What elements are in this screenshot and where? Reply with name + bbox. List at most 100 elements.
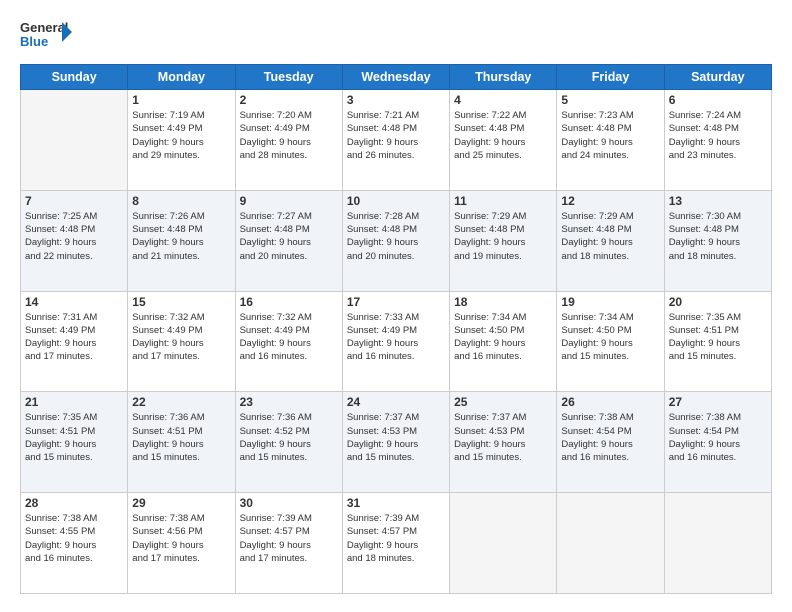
cell-content: Sunrise: 7:31 AMSunset: 4:49 PMDaylight:…: [25, 311, 123, 364]
page: GeneralBlue SundayMondayTuesdayWednesday…: [0, 0, 792, 612]
day-header-monday: Monday: [128, 65, 235, 90]
calendar-cell: 16Sunrise: 7:32 AMSunset: 4:49 PMDayligh…: [235, 291, 342, 392]
calendar-cell: 7 Sunrise: 7:25 AMSunset: 4:48 PMDaylight…: [21, 190, 128, 291]
calendar-cell: [664, 493, 771, 594]
calendar-cell: [450, 493, 557, 594]
cell-content: Sunrise: 7:39 AMSunset: 4:57 PMDaylight:…: [240, 512, 338, 565]
day-number: 30: [240, 496, 338, 510]
calendar-cell: 1 Sunrise: 7:19 AMSunset: 4:49 PMDaylight…: [128, 90, 235, 191]
calendar-cell: 2 Sunrise: 7:20 AMSunset: 4:49 PMDaylight…: [235, 90, 342, 191]
calendar-cell: 25 Sunrise: 7:37 AMSunset: 4:53 PMDayligh…: [450, 392, 557, 493]
cell-content: Sunrise: 7:20 AMSunset: 4:49 PMDaylight:…: [240, 109, 338, 162]
calendar-cell: 24Sunrise: 7:37 AMSunset: 4:53 PMDayligh…: [342, 392, 449, 493]
calendar-cell: 23 Sunrise: 7:36 AMSunset: 4:52 PMDayligh…: [235, 392, 342, 493]
calendar-week-row: 21 Sunrise: 7:35 AMSunset: 4:51 PMDayligh…: [21, 392, 772, 493]
cell-content: Sunrise: 7:26 AMSunset: 4:48 PMDaylight:…: [132, 210, 230, 263]
day-number: 25: [454, 395, 552, 409]
day-number: 27: [669, 395, 767, 409]
day-number: 5: [561, 93, 659, 107]
day-number: 18: [454, 295, 552, 309]
calendar: SundayMondayTuesdayWednesdayThursdayFrid…: [20, 64, 772, 594]
calendar-cell: 11 Sunrise: 7:29 AMSunset: 4:48 PMDayligh…: [450, 190, 557, 291]
calendar-cell: [21, 90, 128, 191]
day-number: 31: [347, 496, 445, 510]
calendar-cell: 27 Sunrise: 7:38 AMSunset: 4:54 PMDayligh…: [664, 392, 771, 493]
day-number: 29: [132, 496, 230, 510]
calendar-week-row: 1 Sunrise: 7:19 AMSunset: 4:49 PMDaylight…: [21, 90, 772, 191]
day-number: 10: [347, 194, 445, 208]
cell-content: Sunrise: 7:38 AMSunset: 4:56 PMDaylight:…: [132, 512, 230, 565]
calendar-header-row: SundayMondayTuesdayWednesdayThursdayFrid…: [21, 65, 772, 90]
logo: GeneralBlue: [20, 18, 72, 54]
cell-content: Sunrise: 7:35 AMSunset: 4:51 PMDaylight:…: [25, 411, 123, 464]
calendar-cell: 12 Sunrise: 7:29 AMSunset: 4:48 PMDayligh…: [557, 190, 664, 291]
day-header-wednesday: Wednesday: [342, 65, 449, 90]
day-number: 22: [132, 395, 230, 409]
cell-content: Sunrise: 7:37 AMSunset: 4:53 PMDaylight:…: [454, 411, 552, 464]
day-number: 3: [347, 93, 445, 107]
calendar-cell: 15 Sunrise: 7:32 AMSunset: 4:49 PMDayligh…: [128, 291, 235, 392]
cell-content: Sunrise: 7:34 AMSunset: 4:50 PMDaylight:…: [454, 311, 552, 364]
calendar-week-row: 14 Sunrise: 7:31 AMSunset: 4:49 PMDayligh…: [21, 291, 772, 392]
cell-content: Sunrise: 7:22 AMSunset: 4:48 PMDaylight:…: [454, 109, 552, 162]
day-header-saturday: Saturday: [664, 65, 771, 90]
calendar-cell: 26Sunrise: 7:38 AMSunset: 4:54 PMDayligh…: [557, 392, 664, 493]
day-number: 1: [132, 93, 230, 107]
cell-content: Sunrise: 7:28 AMSunset: 4:48 PMDaylight:…: [347, 210, 445, 263]
cell-content: Sunrise: 7:29 AMSunset: 4:48 PMDaylight:…: [561, 210, 659, 263]
calendar-cell: 9 Sunrise: 7:27 AMSunset: 4:48 PMDaylight…: [235, 190, 342, 291]
calendar-cell: 30 Sunrise: 7:39 AMSunset: 4:57 PMDayligh…: [235, 493, 342, 594]
cell-content: Sunrise: 7:33 AMSunset: 4:49 PMDaylight:…: [347, 311, 445, 364]
day-header-friday: Friday: [557, 65, 664, 90]
cell-content: Sunrise: 7:30 AMSunset: 4:48 PMDaylight:…: [669, 210, 767, 263]
calendar-cell: 31Sunrise: 7:39 AMSunset: 4:57 PMDayligh…: [342, 493, 449, 594]
day-number: 19: [561, 295, 659, 309]
calendar-week-row: 28Sunrise: 7:38 AMSunset: 4:55 PMDayligh…: [21, 493, 772, 594]
svg-text:General: General: [20, 20, 68, 35]
day-number: 11: [454, 194, 552, 208]
cell-content: Sunrise: 7:36 AMSunset: 4:51 PMDaylight:…: [132, 411, 230, 464]
calendar-cell: 28Sunrise: 7:38 AMSunset: 4:55 PMDayligh…: [21, 493, 128, 594]
day-number: 21: [25, 395, 123, 409]
day-header-thursday: Thursday: [450, 65, 557, 90]
calendar-cell: 4 Sunrise: 7:22 AMSunset: 4:48 PMDaylight…: [450, 90, 557, 191]
day-number: 6: [669, 93, 767, 107]
cell-content: Sunrise: 7:32 AMSunset: 4:49 PMDaylight:…: [132, 311, 230, 364]
day-number: 4: [454, 93, 552, 107]
day-number: 12: [561, 194, 659, 208]
calendar-week-row: 7 Sunrise: 7:25 AMSunset: 4:48 PMDaylight…: [21, 190, 772, 291]
calendar-cell: 6Sunrise: 7:24 AMSunset: 4:48 PMDaylight…: [664, 90, 771, 191]
day-number: 14: [25, 295, 123, 309]
calendar-cell: 29 Sunrise: 7:38 AMSunset: 4:56 PMDayligh…: [128, 493, 235, 594]
cell-content: Sunrise: 7:38 AMSunset: 4:54 PMDaylight:…: [561, 411, 659, 464]
day-number: 23: [240, 395, 338, 409]
calendar-cell: 14 Sunrise: 7:31 AMSunset: 4:49 PMDayligh…: [21, 291, 128, 392]
cell-content: Sunrise: 7:32 AMSunset: 4:49 PMDaylight:…: [240, 311, 338, 364]
calendar-cell: 10 Sunrise: 7:28 AMSunset: 4:48 PMDayligh…: [342, 190, 449, 291]
day-number: 13: [669, 194, 767, 208]
calendar-cell: 17Sunrise: 7:33 AMSunset: 4:49 PMDayligh…: [342, 291, 449, 392]
day-number: 8: [132, 194, 230, 208]
cell-content: Sunrise: 7:21 AMSunset: 4:48 PMDaylight:…: [347, 109, 445, 162]
day-number: 20: [669, 295, 767, 309]
cell-content: Sunrise: 7:35 AMSunset: 4:51 PMDaylight:…: [669, 311, 767, 364]
day-number: 9: [240, 194, 338, 208]
calendar-cell: 5Sunrise: 7:23 AMSunset: 4:48 PMDaylight…: [557, 90, 664, 191]
day-number: 7: [25, 194, 123, 208]
svg-text:Blue: Blue: [20, 34, 48, 49]
cell-content: Sunrise: 7:36 AMSunset: 4:52 PMDaylight:…: [240, 411, 338, 464]
cell-content: Sunrise: 7:34 AMSunset: 4:50 PMDaylight:…: [561, 311, 659, 364]
cell-content: Sunrise: 7:38 AMSunset: 4:55 PMDaylight:…: [25, 512, 123, 565]
cell-content: Sunrise: 7:38 AMSunset: 4:54 PMDaylight:…: [669, 411, 767, 464]
day-number: 2: [240, 93, 338, 107]
calendar-cell: 13 Sunrise: 7:30 AMSunset: 4:48 PMDayligh…: [664, 190, 771, 291]
cell-content: Sunrise: 7:19 AMSunset: 4:49 PMDaylight:…: [132, 109, 230, 162]
cell-content: Sunrise: 7:27 AMSunset: 4:48 PMDaylight:…: [240, 210, 338, 263]
calendar-cell: 18 Sunrise: 7:34 AMSunset: 4:50 PMDayligh…: [450, 291, 557, 392]
cell-content: Sunrise: 7:29 AMSunset: 4:48 PMDaylight:…: [454, 210, 552, 263]
day-number: 15: [132, 295, 230, 309]
calendar-cell: 20 Sunrise: 7:35 AMSunset: 4:51 PMDayligh…: [664, 291, 771, 392]
cell-content: Sunrise: 7:25 AMSunset: 4:48 PMDaylight:…: [25, 210, 123, 263]
calendar-cell: 22 Sunrise: 7:36 AMSunset: 4:51 PMDayligh…: [128, 392, 235, 493]
day-number: 24: [347, 395, 445, 409]
